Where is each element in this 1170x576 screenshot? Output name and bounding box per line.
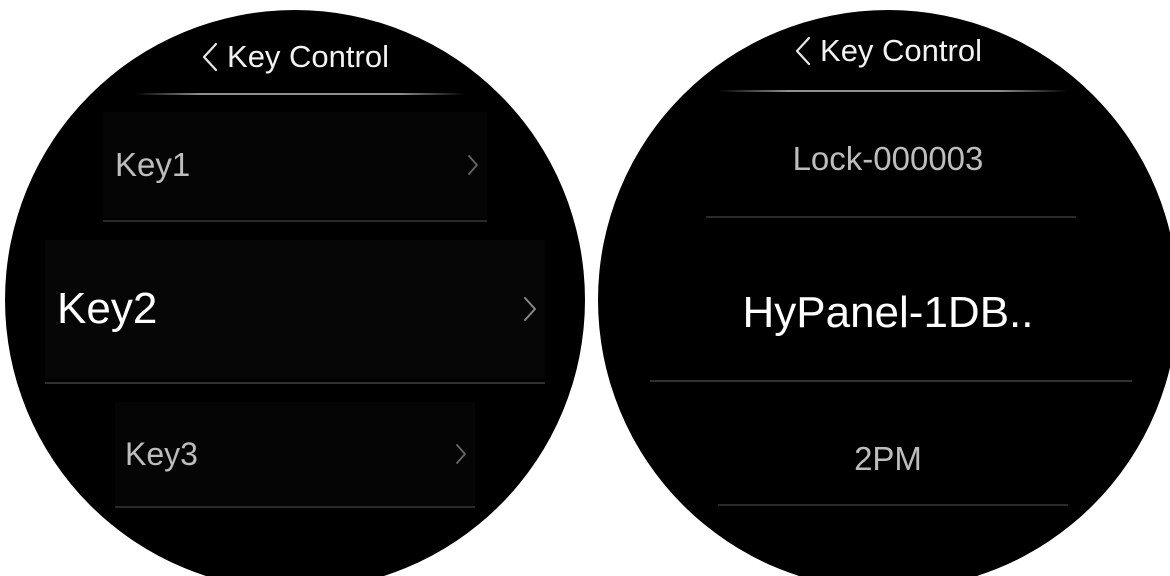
list-item-label: Key3: [125, 435, 198, 472]
header-title: Key Control: [820, 33, 982, 68]
list-item-key3[interactable]: Key3: [115, 402, 475, 506]
watch-screen-device-list: Key Control Lock-000003 HyPanel-1DB.. 2P…: [598, 10, 1170, 576]
list-item-lock-000003[interactable]: Lock-000003: [598, 140, 1170, 178]
list-item-key2[interactable]: Key2: [45, 240, 545, 378]
row-divider: [706, 216, 1076, 218]
back-chevron-icon[interactable]: [794, 35, 812, 67]
header-divider: [718, 90, 1068, 92]
watch-screen-key-list: Key Control Key1 Key2 Key3: [5, 10, 585, 576]
list-item-hypanel-1db[interactable]: HyPanel-1DB..: [598, 288, 1170, 338]
row-divider: [718, 504, 1068, 506]
back-chevron-icon[interactable]: [201, 41, 219, 73]
list-item-label: Key2: [57, 284, 158, 333]
chevron-right-icon: [523, 296, 537, 322]
list-item-key1[interactable]: Key1: [103, 112, 487, 218]
screenshot-stage: Key Control Key1 Key2 Key3 Key Control L…: [0, 0, 1170, 576]
row-divider: [650, 380, 1132, 382]
list-item-label: Key1: [115, 146, 191, 183]
list-item-2pm[interactable]: 2PM: [598, 440, 1170, 478]
header-back-button[interactable]: Key Control: [5, 32, 585, 82]
header-divider: [135, 93, 465, 95]
header-title: Key Control: [227, 39, 389, 74]
header-back-button[interactable]: Key Control: [598, 26, 1170, 76]
chevron-right-icon: [467, 154, 479, 176]
row-divider: [115, 506, 475, 508]
row-divider: [103, 220, 487, 222]
chevron-right-icon: [455, 443, 467, 465]
row-divider: [45, 382, 545, 384]
